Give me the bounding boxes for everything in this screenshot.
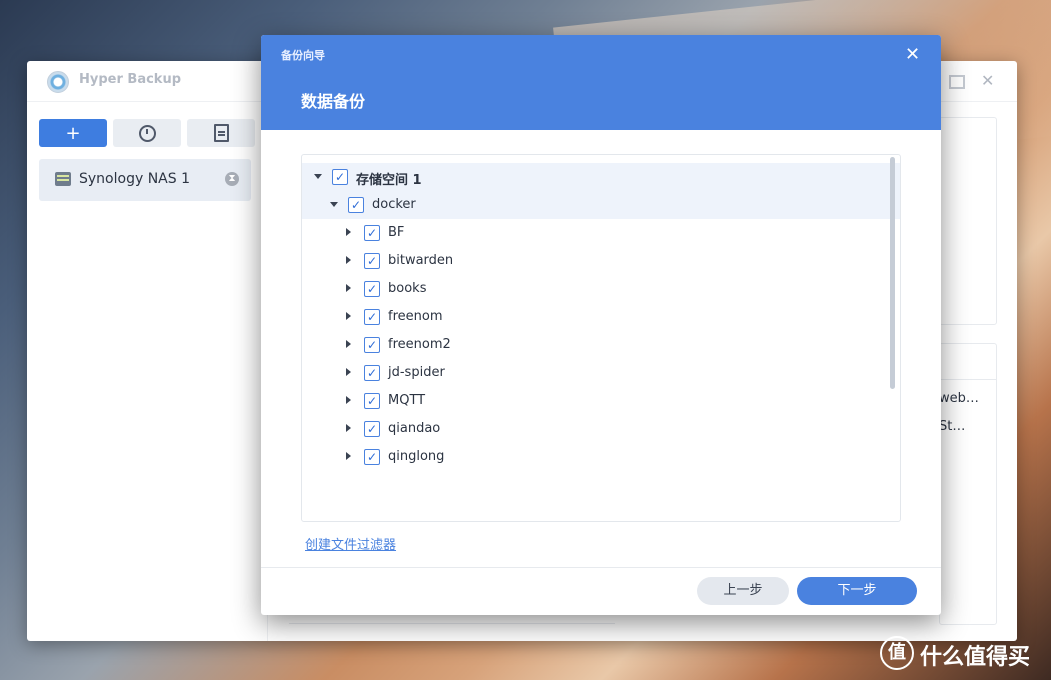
expand-arrow-right-icon[interactable] [346, 424, 351, 432]
expand-arrow-right-icon[interactable] [346, 312, 351, 320]
footer-divider [261, 567, 941, 568]
folder-tree: ✓ 存储空间 1 ✓ docker ✓ BF ✓ bitwarden ✓ books ✓ freeno… [301, 154, 901, 522]
next-button[interactable]: 下一步 [797, 577, 917, 605]
dialog-window-title: 备份向导 [281, 49, 325, 62]
tree-item-label: freenom [388, 309, 443, 324]
tree-row[interactable]: ✓ bitwarden [302, 247, 900, 275]
background-panel-divider [939, 379, 997, 380]
folder-checkbox[interactable]: ✓ [364, 309, 380, 325]
tree-row[interactable]: ✓ qiandao [302, 415, 900, 443]
expand-arrow-right-icon[interactable] [346, 256, 351, 264]
tree-item-label: BF [388, 225, 405, 240]
close-icon[interactable]: ✕ [905, 44, 920, 65]
task-label: Synology NAS 1 [79, 171, 190, 187]
tree-row[interactable]: ✓ qinglong [302, 443, 900, 471]
background-panel [939, 343, 997, 625]
app-title: Hyper Backup [79, 72, 182, 87]
background-panel [939, 117, 997, 325]
background-text: St… [939, 419, 966, 434]
add-task-button[interactable]: + [39, 119, 107, 147]
tree-row[interactable]: ✓ docker [302, 191, 900, 219]
folder-checkbox[interactable]: ✓ [364, 449, 380, 465]
tree-item-label: qiandao [388, 421, 441, 436]
tree-item-label: docker [372, 197, 416, 212]
document-icon [213, 124, 229, 142]
folder-checkbox[interactable]: ✓ [364, 225, 380, 241]
nas-icon [55, 172, 71, 186]
history-icon [138, 124, 156, 142]
expand-arrow-right-icon[interactable] [346, 368, 351, 376]
tree-row[interactable]: ✓ books [302, 275, 900, 303]
plus-icon: + [65, 122, 81, 144]
hyper-backup-app-icon [47, 71, 69, 93]
folder-checkbox[interactable]: ✓ [364, 365, 380, 381]
expand-arrow-down-icon[interactable] [330, 202, 338, 207]
tree-item-label: books [388, 281, 427, 296]
restore-history-button[interactable] [113, 119, 181, 147]
folder-checkbox[interactable]: ✓ [364, 421, 380, 437]
tree-item-label: 存储空间 1 [356, 173, 422, 188]
expand-arrow-down-icon[interactable] [314, 174, 322, 179]
hourglass-icon: ⧗ [225, 172, 239, 186]
folder-checkbox[interactable]: ✓ [364, 337, 380, 353]
folder-checkbox[interactable]: ✓ [348, 197, 364, 213]
tree-row[interactable]: ✓ 存储空间 1 [302, 163, 900, 191]
tree-row[interactable]: ✓ freenom [302, 303, 900, 331]
tree-row[interactable]: ✓ jd-spider [302, 359, 900, 387]
tree-row[interactable]: ✓ freenom2 [302, 331, 900, 359]
tree-item-label: qinglong [388, 449, 445, 464]
tree-row[interactable]: ✓ MQTT [302, 387, 900, 415]
expand-arrow-right-icon[interactable] [346, 228, 351, 236]
backup-wizard-dialog: 备份向导 ✕ 数据备份 ✓ 存储空间 1 ✓ docker ✓ BF ✓ bitwarden ✓… [261, 35, 941, 615]
dialog-title: 数据备份 [301, 92, 366, 111]
scrollbar[interactable] [890, 157, 895, 389]
backup-task-item[interactable]: Synology NAS 1 ⧗ [39, 159, 251, 201]
watermark-logo-icon: 值 [880, 636, 914, 670]
expand-arrow-right-icon[interactable] [346, 340, 351, 348]
close-window-icon[interactable]: ✕ [981, 71, 994, 90]
previous-button[interactable]: 上一步 [697, 577, 789, 605]
watermark-text: 什么值得买 [920, 645, 1031, 670]
background-divider [289, 623, 615, 624]
tree-item-label: bitwarden [388, 253, 454, 268]
maximize-icon[interactable] [949, 75, 965, 89]
tree-item-label: MQTT [388, 393, 426, 408]
expand-arrow-right-icon[interactable] [346, 284, 351, 292]
folder-checkbox[interactable]: ✓ [332, 169, 348, 185]
tree-row[interactable]: ✓ BF [302, 219, 900, 247]
tree-item-label: jd-spider [388, 365, 445, 380]
background-text: web… [939, 391, 979, 406]
folder-checkbox[interactable]: ✓ [364, 281, 380, 297]
folder-checkbox[interactable]: ✓ [364, 393, 380, 409]
dialog-header: 备份向导 ✕ 数据备份 [261, 35, 941, 130]
log-button[interactable] [187, 119, 255, 147]
folder-checkbox[interactable]: ✓ [364, 253, 380, 269]
tree-item-label: freenom2 [388, 337, 451, 352]
create-file-filter-link[interactable]: 创建文件过滤器 [305, 534, 396, 553]
expand-arrow-right-icon[interactable] [346, 396, 351, 404]
expand-arrow-right-icon[interactable] [346, 452, 351, 460]
